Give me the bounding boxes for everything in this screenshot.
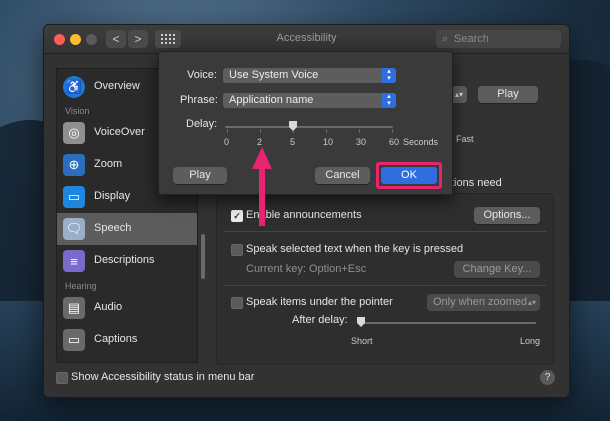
enable-announcements-checkbox[interactable]: ✓ — [231, 210, 243, 222]
chevron-left-icon: < — [112, 32, 120, 46]
annotation-arrow-shaft — [259, 168, 265, 226]
zoom-icon: ⊕ — [63, 154, 85, 176]
sidebar-scrollbar[interactable] — [201, 234, 205, 279]
window-title: Accessibility — [276, 32, 337, 44]
title-bar: < > Accessibility ⌕ Search — [44, 25, 569, 54]
maximize-window-button[interactable] — [86, 34, 97, 45]
chevron-updown-icon: ▴▾ — [382, 93, 396, 108]
cancel-button[interactable]: Cancel — [315, 167, 370, 184]
annotation-arrow-head — [252, 147, 272, 169]
delay-tick-label: 60 — [389, 137, 400, 147]
accessibility-icon: ♿ — [63, 76, 85, 98]
sidebar-item-label: Audio — [94, 301, 123, 313]
search-field[interactable]: ⌕ Search — [436, 30, 561, 48]
sidebar-item-label: VoiceOver — [94, 126, 145, 138]
delay-tick — [326, 129, 327, 133]
search-placeholder: Search — [454, 33, 489, 45]
sheet-play-button[interactable]: Play — [173, 167, 227, 184]
voice-value: Use System Voice — [229, 69, 319, 81]
audio-icon: ▤ — [63, 297, 85, 319]
after-delay-short-label: Short — [351, 336, 373, 346]
descriptions-icon: ≡ — [63, 250, 85, 272]
phrase-value: Application name — [229, 94, 314, 106]
options-button[interactable]: Options... — [474, 207, 540, 224]
captions-icon: ▭ — [63, 329, 85, 351]
speech-icon: 🗨 — [63, 218, 85, 240]
delay-tick — [392, 129, 393, 133]
chevron-updown-icon: ▴▾ — [382, 68, 396, 83]
chevron-updown-icon: ▴▾ — [527, 298, 536, 307]
help-button[interactable]: ? — [540, 370, 555, 385]
divider — [224, 285, 546, 286]
delay-tick-label: 5 — [290, 137, 296, 147]
chevron-right-icon: > — [134, 32, 142, 46]
sidebar-item-label: Captions — [94, 333, 138, 345]
sidebar-item-audio[interactable]: ▤ Audio — [57, 292, 197, 324]
delay-tick — [227, 129, 228, 133]
sidebar-section-vision: Vision — [65, 106, 90, 116]
phrase-label: Phrase: — [180, 94, 218, 106]
speaking-rate-fast-label: Fast — [456, 134, 474, 144]
delay-tick-label: 10 — [323, 137, 334, 147]
delay-slider-track[interactable] — [225, 126, 393, 128]
after-delay-label: After delay: — [292, 314, 348, 326]
forward-button[interactable]: > — [128, 30, 148, 48]
show-status-checkbox[interactable] — [56, 372, 68, 384]
voice-select[interactable]: Use System Voice ▴ ▾ — [223, 68, 396, 83]
speak-items-pointer-checkbox[interactable] — [231, 297, 243, 309]
delay-tick-label: 0 — [224, 137, 230, 147]
sidebar-section-hearing: Hearing — [65, 281, 97, 291]
sidebar-item-label: Zoom — [94, 158, 123, 170]
speak-selected-text-checkbox[interactable] — [231, 244, 243, 256]
minimize-window-button[interactable] — [70, 34, 81, 45]
rate-popup-stepper[interactable]: ▴▾ — [451, 86, 467, 103]
sidebar-item-label: Descriptions — [94, 254, 155, 266]
delay-tick-label: 2 — [257, 137, 263, 147]
divider — [224, 231, 546, 232]
phrase-select[interactable]: Application name ▴ ▾ — [223, 93, 396, 108]
delay-label: Delay: — [186, 118, 218, 130]
chevron-updown-icon: ▴▾ — [454, 90, 463, 99]
display-icon: ▭ — [63, 186, 85, 208]
delay-tick — [260, 129, 261, 133]
pointer-mode-popup[interactable]: Only when zoomed ▴▾ — [427, 294, 540, 311]
search-icon: ⌕ — [442, 33, 449, 45]
announcements-description: tions need — [451, 177, 502, 189]
sidebar-item-descriptions[interactable]: ≡ Descriptions — [57, 245, 197, 277]
grid-icon — [161, 34, 175, 44]
after-delay-slider-track[interactable] — [361, 322, 536, 324]
delay-unit-label: Seconds — [403, 137, 439, 147]
back-button[interactable]: < — [106, 30, 126, 48]
pointer-mode-value: Only when zoomed — [433, 296, 528, 308]
speak-selected-text-label: Speak selected text when the key is pres… — [246, 243, 464, 255]
current-key-label: Current key: Option+Esc — [246, 263, 367, 275]
after-delay-long-label: Long — [520, 336, 541, 346]
delay-tick-label: 30 — [356, 137, 367, 147]
speak-items-pointer-label: Speak items under the pointer — [246, 296, 393, 308]
voice-label: Voice: — [187, 69, 217, 81]
play-rate-button[interactable]: Play — [478, 86, 538, 103]
sidebar-item-label: Overview — [94, 80, 140, 92]
change-key-button[interactable]: Change Key... — [454, 261, 540, 278]
voiceover-icon: ◎ — [63, 122, 85, 144]
close-window-button[interactable] — [54, 34, 65, 45]
sidebar-item-label: Display — [94, 190, 131, 202]
delay-slider-thumb[interactable] — [289, 121, 297, 131]
sidebar-item-label: Speech — [94, 222, 132, 234]
show-all-button[interactable] — [155, 30, 181, 48]
delay-tick — [359, 129, 360, 133]
sidebar-item-speech[interactable]: 🗨 Speech — [57, 213, 197, 245]
ok-button-highlight — [376, 162, 442, 189]
sidebar-item-captions[interactable]: ▭ Captions — [57, 324, 197, 356]
show-status-label: Show Accessibility status in menu bar — [71, 371, 255, 383]
